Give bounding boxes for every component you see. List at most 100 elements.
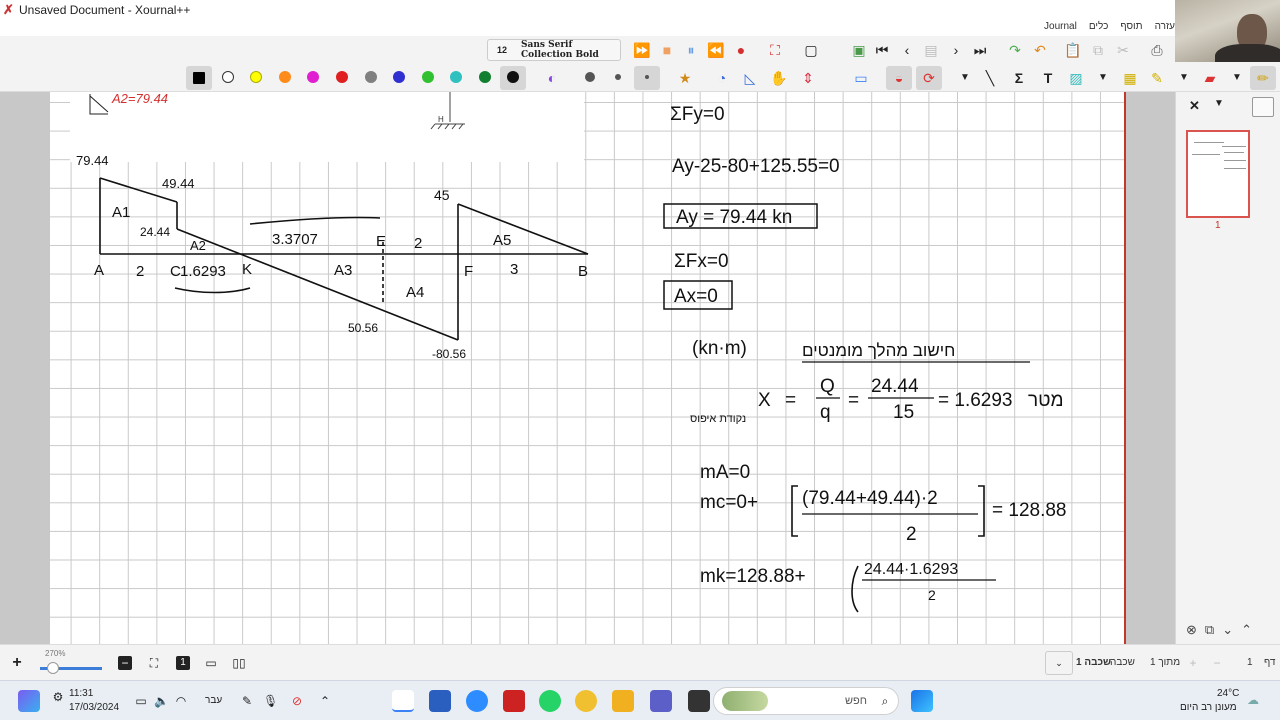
clock-time[interactable]: 11:31 — [69, 688, 93, 699]
dropdown-icon[interactable]: ▼ — [955, 68, 975, 88]
xournal-taskbar-icon[interactable] — [392, 690, 414, 712]
last-page-icon[interactable]: ⏭ — [970, 40, 990, 60]
battery-icon[interactable]: ▭ — [134, 694, 148, 708]
windows-start-icon[interactable] — [911, 690, 933, 712]
taskbar-search-text[interactable]: חפש — [845, 695, 867, 707]
menu-plugin[interactable]: תוסף — [1120, 21, 1142, 32]
delete-page-icon[interactable]: ▢ — [801, 40, 821, 60]
color-black-square[interactable] — [193, 72, 205, 84]
pause-icon[interactable]: ⏸ — [681, 40, 701, 60]
color-orange[interactable] — [279, 71, 291, 83]
move-up-icon[interactable]: ⌃ — [1241, 622, 1252, 638]
volume-icon[interactable]: 🔈 — [154, 694, 169, 708]
latex-icon[interactable]: Σ — [1009, 68, 1029, 88]
sidebar-dropdown-icon[interactable]: ▼ — [1214, 98, 1224, 109]
color-blue[interactable] — [393, 71, 405, 83]
beamo-icon[interactable] — [503, 690, 525, 712]
stop-icon[interactable]: ■ — [657, 40, 677, 60]
snap-grid-icon[interactable]: ⟳ — [919, 68, 939, 88]
pen-icon[interactable]: ✏ — [1253, 68, 1273, 88]
add-page-icon[interactable]: ▣ — [849, 40, 869, 60]
zoom-out-icon[interactable]: − — [118, 656, 132, 670]
dropdown-icon-2[interactable]: ▼ — [1093, 68, 1113, 88]
page-increment-icon[interactable]: + — [1186, 656, 1200, 670]
color-cyan[interactable] — [450, 71, 462, 83]
text-tool-icon[interactable]: T — [1038, 68, 1058, 88]
close-sidebar-icon[interactable]: ✕ — [1189, 98, 1200, 114]
copilot-icon[interactable] — [18, 690, 40, 712]
thickness-thick[interactable] — [585, 72, 595, 82]
chrome-icon[interactable] — [575, 690, 597, 712]
page-decrement-icon[interactable]: − — [1210, 656, 1224, 670]
weather-cloud-icon[interactable]: ☁ — [1246, 693, 1260, 707]
snap-rotation-icon[interactable]: ◒ — [889, 68, 909, 88]
select-region-icon[interactable]: ▦ — [1120, 68, 1140, 88]
copy-icon[interactable]: ⧉ — [1088, 40, 1108, 60]
hand-tool-icon[interactable]: ✋ — [769, 68, 789, 88]
cut-icon[interactable]: ✂ — [1113, 40, 1133, 60]
highlighter-icon[interactable]: ✎ — [1147, 68, 1167, 88]
eraser-icon[interactable]: ▰ — [1200, 68, 1220, 88]
goto-page-icon[interactable]: ▤ — [921, 40, 941, 60]
undo-icon[interactable]: ↶ — [1030, 40, 1050, 60]
color-yellow[interactable] — [250, 71, 262, 83]
menu-tools[interactable]: כלים — [1089, 21, 1109, 32]
redo-icon[interactable]: ↷ — [1005, 40, 1025, 60]
menu-help[interactable]: עזרה — [1155, 21, 1175, 32]
journal-page[interactable]: A2=79.44 H 79.44 49.44 24.44 45 50.56 -8… — [50, 92, 1126, 644]
color-black[interactable] — [507, 71, 519, 83]
layer-dropdown-icon[interactable]: ⌄ — [1045, 651, 1073, 675]
image-icon[interactable]: ▨ — [1066, 68, 1086, 88]
security-icon[interactable]: ⊘ — [290, 694, 304, 708]
canvas-area[interactable]: A2=79.44 H 79.44 49.44 24.44 45 50.56 -8… — [0, 92, 1175, 644]
vertical-space-icon[interactable]: ⇕ — [798, 68, 818, 88]
color-white[interactable] — [222, 71, 234, 83]
clock-date[interactable]: 17/03/2024 — [69, 702, 119, 713]
microphone-icon[interactable]: 🎙 — [263, 694, 278, 708]
color-gray[interactable] — [365, 71, 377, 83]
thickness-medium[interactable] — [615, 74, 621, 80]
search-icon[interactable]: ⌕ — [878, 694, 892, 708]
zoom-100-icon[interactable]: 1 — [176, 656, 190, 670]
next-page-icon[interactable]: › — [946, 40, 966, 60]
shape-recognizer-icon[interactable]: ★ — [675, 68, 695, 88]
menu-journal[interactable]: Journal — [1044, 21, 1077, 32]
delete-page-icon-sidebar[interactable]: ⊗ — [1186, 622, 1197, 638]
zoom-slider-knob[interactable] — [47, 662, 59, 674]
play-fast-forward-icon[interactable]: ⏩ — [632, 40, 652, 60]
color-magenta[interactable] — [307, 71, 319, 83]
page-number-value[interactable]: 1 — [1247, 657, 1253, 668]
color-dark-green[interactable] — [479, 71, 491, 83]
notification-icon[interactable]: ⚙ — [51, 690, 65, 704]
language-indicator[interactable]: עבר — [205, 695, 222, 706]
thickness-fine[interactable] — [645, 75, 649, 79]
print-icon[interactable]: ⎙ — [1147, 40, 1167, 60]
first-page-icon[interactable]: ⏮ — [872, 40, 892, 60]
dropdown-icon-3[interactable]: ▼ — [1174, 68, 1194, 88]
record-icon[interactable]: ● — [731, 40, 751, 60]
zoom-in-icon[interactable]: + — [10, 655, 24, 671]
page-thumbnail[interactable] — [1186, 130, 1250, 218]
paste-icon[interactable]: 📋 — [1063, 40, 1083, 60]
word-icon[interactable] — [429, 690, 451, 712]
pen-input-icon[interactable]: ✎ — [240, 694, 254, 708]
wifi-icon[interactable]: ◠ — [174, 694, 188, 708]
file-explorer-icon[interactable] — [612, 690, 634, 712]
color-picker-icon[interactable]: ◐ — [542, 68, 562, 88]
weather-desc[interactable]: מעונן רב היום — [1180, 702, 1237, 713]
terminal-icon[interactable] — [688, 690, 710, 712]
weather-temp[interactable]: 24°C — [1217, 688, 1239, 699]
rewind-icon[interactable]: ⏪ — [706, 40, 726, 60]
draw-circle-icon[interactable]: ◔ — [712, 68, 732, 88]
draw-coordinate-icon[interactable]: ◺ — [740, 68, 760, 88]
whatsapp-icon[interactable] — [539, 690, 561, 712]
rectangle-icon[interactable]: ▭ — [851, 68, 871, 88]
fullscreen-icon[interactable]: ⛶ — [765, 40, 785, 60]
previous-page-icon[interactable]: ‹ — [897, 40, 917, 60]
two-page-icon[interactable]: ▯▯ — [232, 656, 246, 670]
dropdown-icon-4[interactable]: ▼ — [1227, 68, 1247, 88]
font-selector-button[interactable]: 12 Sans Serif Collection Bold — [487, 39, 621, 61]
color-green[interactable] — [422, 71, 434, 83]
presentation-icon[interactable]: ▭ — [204, 656, 218, 670]
draw-line-icon[interactable]: ╲ — [980, 68, 1000, 88]
